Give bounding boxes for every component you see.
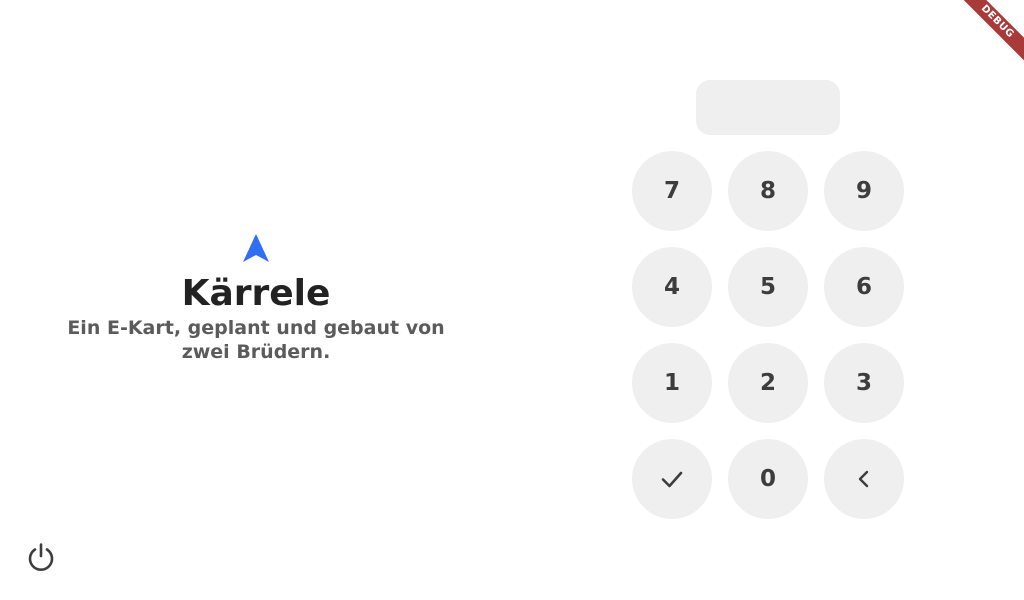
keypad: 7 8 9 4 5 6 1 2 3 0 [632, 151, 904, 519]
power-icon [25, 541, 57, 577]
navigation-arrow-icon [241, 232, 271, 264]
debug-banner-label: DEBUG [952, 0, 1024, 67]
power-button[interactable] [24, 542, 58, 576]
chevron-left-icon [853, 468, 875, 490]
key-4[interactable]: 4 [632, 247, 712, 327]
brand-block: Kärrele Ein E-Kart, geplant und gebaut v… [40, 232, 472, 364]
key-8[interactable]: 8 [728, 151, 808, 231]
key-3[interactable]: 3 [824, 343, 904, 423]
check-icon [659, 466, 685, 492]
app-title: Kärrele [181, 273, 331, 314]
key-5[interactable]: 5 [728, 247, 808, 327]
backspace-button[interactable] [824, 439, 904, 519]
key-0[interactable]: 0 [728, 439, 808, 519]
key-7[interactable]: 7 [632, 151, 712, 231]
pin-display [696, 80, 840, 135]
app-subtitle: Ein E-Kart, geplant und gebaut von zwei … [67, 317, 445, 363]
key-6[interactable]: 6 [824, 247, 904, 327]
key-1[interactable]: 1 [632, 343, 712, 423]
debug-banner: DEBUG [952, 0, 1024, 72]
key-9[interactable]: 9 [824, 151, 904, 231]
confirm-button[interactable] [632, 439, 712, 519]
key-2[interactable]: 2 [728, 343, 808, 423]
